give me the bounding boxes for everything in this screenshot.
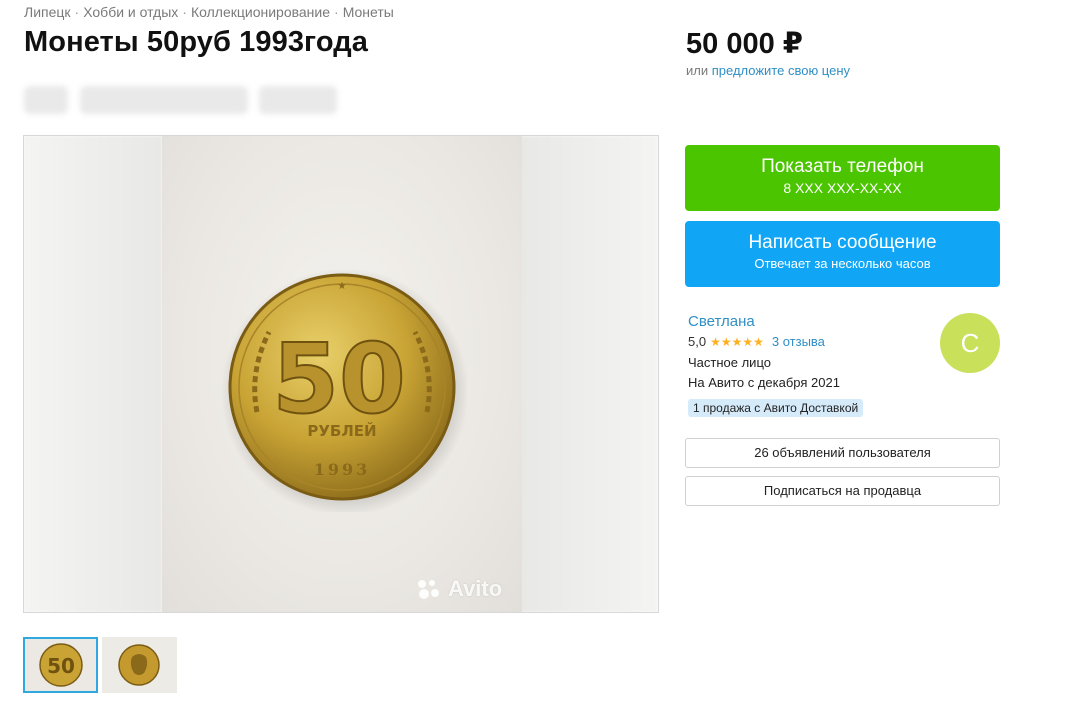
write-message-label: Написать сообщение: [748, 232, 937, 253]
avito-watermark: Avito: [416, 576, 502, 602]
thumbnail-coin-reverse[interactable]: 50: [23, 637, 98, 693]
blurred-meta: [24, 86, 68, 114]
response-time: Отвечает за несколько часов: [754, 256, 931, 271]
thumbnail-strip: 50: [23, 637, 177, 693]
avatar[interactable]: С: [940, 313, 1000, 373]
breadcrumb-city[interactable]: Липецк: [24, 4, 71, 20]
price: 50 000 ₽: [686, 28, 803, 60]
offer-prefix: или: [686, 63, 709, 78]
thumbnail-coin-obverse[interactable]: [102, 637, 177, 693]
page-title: Монеты 50руб 1993года: [24, 26, 369, 58]
seller-name-link[interactable]: Светлана: [688, 313, 755, 330]
show-phone-button[interactable]: Показать телефон 8 XXX XXX-XX-XX: [685, 145, 1000, 211]
breadcrumb-separator: ·: [74, 4, 80, 20]
breadcrumb-separator: ·: [182, 4, 187, 20]
rating-value: 5,0: [688, 334, 707, 349]
breadcrumb-category[interactable]: Хобби и отдых: [83, 4, 178, 20]
breadcrumb-separator: ·: [334, 4, 339, 20]
breadcrumb: Липецк · Хобби и отдых · Коллекционирование ·…: [24, 4, 394, 20]
watermark-text: Avito: [448, 576, 503, 601]
seller-since: На Авито с декабря 2021: [688, 375, 840, 390]
avito-logo-icon: [418, 580, 439, 599]
gallery-blur-right: [520, 136, 658, 612]
reviews-link[interactable]: 3 отзыва: [772, 334, 825, 349]
blurred-meta: [80, 86, 248, 114]
seller-type: Частное лицо: [688, 355, 771, 370]
offer-line: или предложите свою цену: [686, 63, 850, 78]
svg-text:50: 50: [47, 654, 75, 678]
subscribe-seller-button[interactable]: Подписаться на продавца: [685, 476, 1000, 506]
delivery-badge: 1 продажа с Авито Доставкой: [688, 399, 864, 417]
photo-gallery[interactable]: ★ 50 РУБЛЕЙ 1993 Avito: [23, 135, 659, 613]
coin-text: РУБЛЕЙ: [307, 421, 376, 440]
seller-rating: 5,0 ★★★★★ 3 отзыва: [688, 334, 825, 349]
write-message-button[interactable]: Написать сообщение Отвечает за несколько…: [685, 221, 1000, 287]
rating-stars-icon: ★★★★★: [710, 334, 764, 349]
svg-text:★: ★: [338, 281, 347, 292]
show-phone-label: Показать телефон: [761, 156, 924, 177]
coin-year: 1993: [314, 460, 371, 479]
blurred-meta: [259, 86, 337, 114]
coin-denomination: 50: [272, 323, 406, 435]
breadcrumb-subcategory[interactable]: Коллекционирование: [191, 4, 330, 20]
user-listings-button[interactable]: 26 объявлений пользователя: [685, 438, 1000, 468]
phone-number-masked: 8 XXX XXX-XX-XX: [783, 180, 902, 196]
gallery-blur-left: [24, 136, 162, 612]
thumbnail-image: [102, 637, 177, 693]
suggest-price-link[interactable]: предложите свою цену: [712, 63, 850, 78]
coin-image: ★ 50 РУБЛЕЙ 1993: [221, 268, 467, 512]
breadcrumb-section[interactable]: Монеты: [343, 4, 394, 20]
thumbnail-image: 50: [25, 639, 96, 691]
